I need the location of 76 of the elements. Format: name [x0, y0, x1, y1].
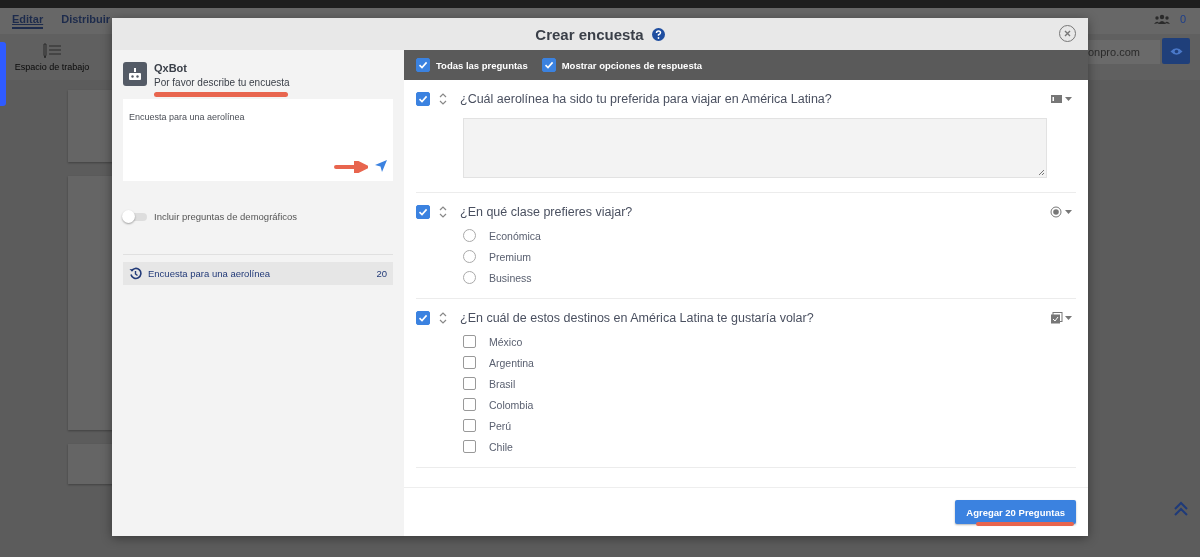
people-icon[interactable] [1153, 14, 1170, 24]
url-field[interactable]: onpro.com [1088, 40, 1160, 64]
option-label: Perú [489, 419, 512, 432]
toggle-knob[interactable] [122, 209, 135, 223]
option-label: Colombia [489, 398, 534, 411]
question-checkbox[interactable] [416, 311, 430, 325]
bot-prompt: Por favor describe tu encuesta [154, 77, 290, 88]
close-icon [1064, 30, 1071, 37]
check-icon [418, 60, 428, 70]
sort-icon[interactable] [439, 311, 447, 325]
nav-tab[interactable]: Distribuir [61, 13, 111, 29]
tool-label: Espacio de trabajo [14, 61, 90, 72]
history-item[interactable]: Encuesta para una aerolínea 20 [123, 262, 393, 285]
checkbox[interactable] [463, 356, 476, 369]
toggle-switch[interactable] [123, 212, 147, 221]
radio-button[interactable] [463, 250, 476, 263]
option-label: México [489, 335, 523, 348]
checkbox[interactable] [541, 58, 556, 72]
radio-button[interactable] [463, 271, 476, 284]
caret-icon [1065, 316, 1072, 320]
sort-icon[interactable] [439, 205, 447, 219]
eye-icon [1169, 46, 1183, 56]
resize-handle-icon[interactable] [1038, 169, 1045, 176]
check-icon [418, 207, 428, 217]
nav-tab[interactable]: Editar [12, 13, 44, 29]
toggle-label: Incluir preguntas de demográficos [154, 211, 298, 222]
send-icon [375, 160, 387, 172]
preview-button[interactable] [1162, 38, 1190, 64]
checkbox[interactable] [463, 335, 476, 348]
question-type-button[interactable] [1050, 312, 1072, 324]
question-checkbox[interactable] [416, 205, 430, 219]
robot-glyph-icon [128, 68, 142, 80]
option-label: Chile [489, 440, 513, 453]
active-indicator [0, 42, 6, 106]
description-field[interactable]: Encuesta para una aerolínea [123, 99, 393, 181]
checkbox-label: Mostrar opciones de respuesta [561, 59, 703, 71]
scroll-top-button[interactable] [1172, 500, 1190, 518]
check-icon [418, 313, 428, 323]
bot-name: QxBot [154, 62, 188, 74]
question-text: ¿En qué clase prefieres viajar? [460, 205, 634, 219]
option-label: Business [489, 271, 532, 284]
sort-icon[interactable] [439, 92, 447, 106]
question-type-button[interactable] [1050, 206, 1072, 218]
radio-button[interactable] [463, 229, 476, 242]
check-icon [418, 94, 428, 104]
option-label: Argentina [489, 356, 534, 369]
checkbox[interactable] [463, 398, 476, 411]
list-icon[interactable] [42, 42, 62, 59]
history-label: Encuesta para una aerolínea [148, 268, 271, 279]
option-label: Premium [489, 250, 531, 263]
help-icon[interactable] [651, 27, 665, 41]
checkbox[interactable] [463, 440, 476, 453]
question-checkbox[interactable] [416, 92, 430, 106]
double-chevron-up-icon [1172, 500, 1190, 518]
checkbox[interactable] [463, 419, 476, 432]
question-text: ¿Cuál aerolínea ha sido tu preferida para viajar en América Latina? [460, 92, 833, 106]
history-icon [129, 267, 142, 280]
annotation-arrow [334, 161, 368, 173]
check-icon [543, 60, 554, 70]
add-questions-button[interactable]: Agregar 20 Preguntas [955, 500, 1076, 524]
question-type-button[interactable] [1050, 93, 1072, 105]
checkbox-icon [1050, 312, 1063, 324]
checkbox-label: Todas las preguntas [436, 59, 528, 71]
collaborator-count: 0 [1179, 13, 1186, 25]
question-count: 20 [376, 268, 387, 279]
send-button[interactable] [375, 160, 387, 172]
dialog-title: Crear encuesta [535, 25, 644, 43]
option-label: Económica [489, 229, 541, 242]
caret-icon [1065, 97, 1072, 101]
question-text: ¿En cuál de estos destinos en América Latina te gustaría volar? [460, 311, 815, 325]
option-label: Brasil [489, 377, 516, 390]
checkbox[interactable] [416, 58, 430, 72]
checkbox[interactable] [463, 377, 476, 390]
text-field-icon [1050, 93, 1063, 105]
radio-icon [1050, 206, 1063, 218]
caret-icon [1065, 210, 1072, 214]
